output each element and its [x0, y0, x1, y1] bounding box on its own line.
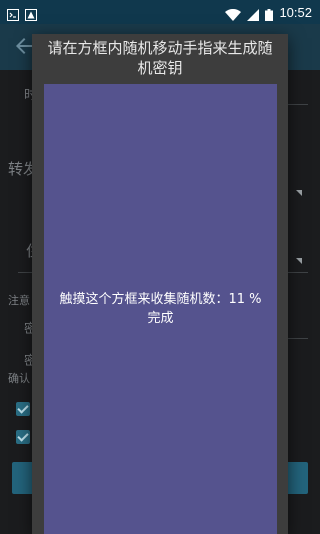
- bg-dropdown-icon: [296, 190, 302, 196]
- random-key-dialog: 请在方框内随机移动手指来生成随机密钥 触摸这个方框来收集随机数：11 % 完成: [32, 34, 288, 534]
- bg-label: 确认: [8, 372, 30, 385]
- signal-icon: [247, 6, 260, 21]
- bg-label: 注意: [8, 294, 30, 307]
- bg-divider: [288, 104, 308, 105]
- battery-icon: [265, 6, 274, 21]
- clock: 10:52: [279, 4, 312, 20]
- bg-divider: [288, 272, 308, 273]
- wifi-icon: [225, 6, 242, 21]
- bg-checkbox: [16, 430, 30, 444]
- bg-dropdown-icon: [296, 258, 302, 264]
- touch-entropy-area[interactable]: 触摸这个方框来收集随机数：11 % 完成: [44, 84, 277, 534]
- entropy-progress-text: 触摸这个方框来收集随机数：11 % 完成: [59, 292, 262, 326]
- bg-divider: [288, 338, 308, 339]
- bg-divider: [18, 272, 32, 273]
- bg-checkbox: [16, 402, 30, 416]
- terminal-icon: [7, 6, 19, 21]
- dialog-title: 请在方框内随机移动手指来生成随机密钥: [47, 39, 273, 77]
- status-bar: 10:52: [0, 0, 320, 24]
- alert-icon: [25, 6, 37, 21]
